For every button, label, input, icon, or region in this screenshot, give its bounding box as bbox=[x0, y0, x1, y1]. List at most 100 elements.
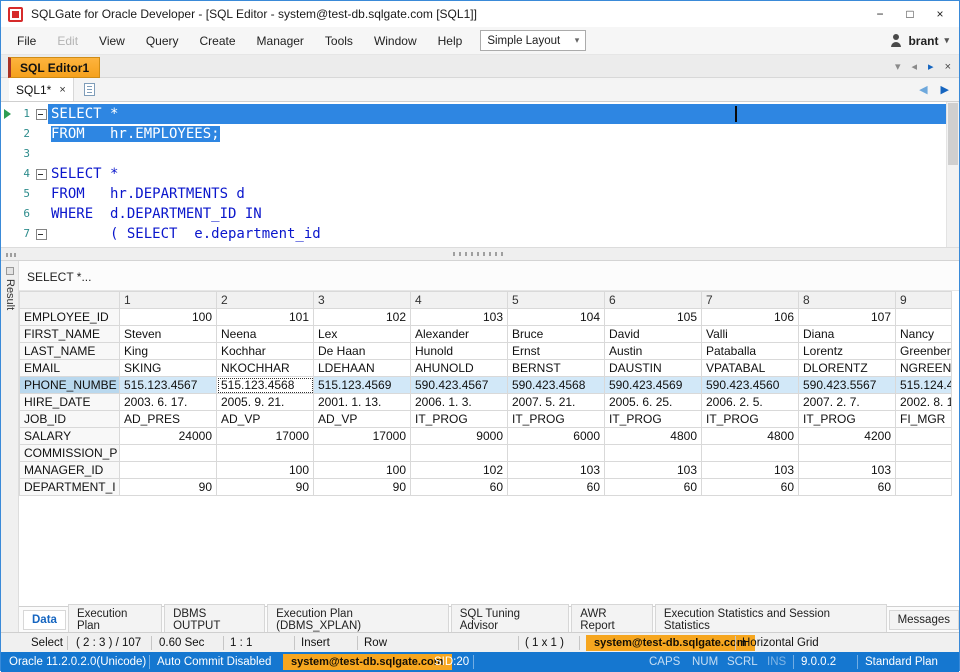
grid-cell[interactable] bbox=[120, 445, 217, 462]
grid-column-header[interactable]: 8 bbox=[799, 292, 896, 309]
grid-cell[interactable] bbox=[411, 445, 508, 462]
grid-row-header[interactable]: DEPARTMENT_I bbox=[20, 479, 120, 496]
grid-cell[interactable]: 515.123.4568 bbox=[217, 377, 314, 394]
grid-cell[interactable]: 2005. 9. 21. bbox=[217, 394, 314, 411]
grid-row-header[interactable]: JOB_ID bbox=[20, 411, 120, 428]
grid-cell[interactable]: Bruce bbox=[508, 326, 605, 343]
scrollbar-thumb[interactable] bbox=[948, 103, 958, 165]
result-tab-data[interactable]: Data bbox=[23, 610, 66, 630]
grid-cell[interactable]: 100 bbox=[314, 462, 411, 479]
nav-left-icon[interactable]: ◂ bbox=[912, 60, 918, 73]
grid-row-header[interactable]: EMPLOYEE_ID bbox=[20, 309, 120, 326]
grid-cell[interactable]: NGREENBE bbox=[896, 360, 952, 377]
editor-line[interactable]: 6WHERE d.DEPARTMENT_ID IN bbox=[1, 204, 946, 224]
menu-item-view[interactable]: View bbox=[99, 34, 125, 48]
connection-badge[interactable]: system@test-db.sqlgate.com bbox=[283, 654, 452, 670]
grid-cell[interactable] bbox=[314, 445, 411, 462]
grid-cell[interactable]: 4800 bbox=[605, 428, 702, 445]
grid-cell[interactable]: 2007. 5. 21. bbox=[508, 394, 605, 411]
grid-cell[interactable]: IT_PROG bbox=[799, 411, 896, 428]
grid-cell[interactable]: 103 bbox=[799, 462, 896, 479]
menu-item-help[interactable]: Help bbox=[438, 34, 463, 48]
grid-cell[interactable] bbox=[896, 462, 952, 479]
menu-item-create[interactable]: Create bbox=[200, 34, 236, 48]
grid-cell[interactable] bbox=[120, 462, 217, 479]
result-tab-execution-plan-dbms-xplan-[interactable]: Execution Plan (DBMS_XPLAN) bbox=[267, 604, 449, 636]
grid-cell[interactable]: 2002. 8. 17. bbox=[896, 394, 952, 411]
editor-line[interactable]: 2FROM hr.EMPLOYEES; bbox=[1, 124, 946, 144]
grid-cell[interactable]: 105 bbox=[605, 309, 702, 326]
grid-cell[interactable]: 590.423.4569 bbox=[605, 377, 702, 394]
grid-cell[interactable]: 590.423.4568 bbox=[508, 377, 605, 394]
grid-cell[interactable]: 107 bbox=[799, 309, 896, 326]
grid-cell[interactable]: 60 bbox=[702, 479, 799, 496]
grid-cell[interactable]: 2005. 6. 25. bbox=[605, 394, 702, 411]
grid-row-header[interactable]: MANAGER_ID bbox=[20, 462, 120, 479]
close-icon[interactable]: × bbox=[925, 1, 955, 27]
splitter-handle[interactable] bbox=[1, 247, 959, 261]
grid-cell[interactable]: 590.423.4567 bbox=[411, 377, 508, 394]
splitter-grip[interactable] bbox=[453, 252, 507, 256]
connection-badge[interactable]: system@test-db.sqlgate.com bbox=[586, 635, 755, 651]
grid-cell[interactable]: 4200 bbox=[799, 428, 896, 445]
nav-right-icon[interactable]: ▸ bbox=[928, 60, 934, 73]
grid-cell[interactable]: 515.123.4569 bbox=[314, 377, 411, 394]
next-doc-icon[interactable]: ▶ bbox=[941, 83, 949, 96]
auto-commit-status[interactable]: Auto Commit Disabled bbox=[157, 652, 271, 672]
grid-row-header[interactable]: EMAIL bbox=[20, 360, 120, 377]
grid-cell[interactable]: 17000 bbox=[314, 428, 411, 445]
grid-cell[interactable]: 60 bbox=[605, 479, 702, 496]
grid-cell[interactable]: 2006. 2. 5. bbox=[702, 394, 799, 411]
code-text[interactable]: SELECT * bbox=[48, 164, 946, 184]
grid-cell[interactable]: 4800 bbox=[702, 428, 799, 445]
grid-cell[interactable]: 100 bbox=[217, 462, 314, 479]
grid-cell[interactable] bbox=[896, 445, 952, 462]
editor-line[interactable]: 3 bbox=[1, 144, 946, 164]
code-text[interactable]: FROM hr.DEPARTMENTS d bbox=[48, 184, 946, 204]
grid-cell[interactable]: LDEHAAN bbox=[314, 360, 411, 377]
prev-doc-icon[interactable]: ◀ bbox=[919, 83, 927, 96]
grid-cell[interactable]: 6000 bbox=[508, 428, 605, 445]
grid-row-header[interactable]: FIRST_NAME bbox=[20, 326, 120, 343]
grid-cell[interactable]: 60 bbox=[508, 479, 605, 496]
grid-cell[interactable]: 103 bbox=[508, 462, 605, 479]
grid-cell[interactable]: DLORENTZ bbox=[799, 360, 896, 377]
grid-column-header[interactable]: 2 bbox=[217, 292, 314, 309]
grid-cell[interactable] bbox=[217, 445, 314, 462]
grid-cell[interactable]: AD_VP bbox=[217, 411, 314, 428]
grid-cell[interactable]: 9000 bbox=[411, 428, 508, 445]
grid-column-header[interactable]: 1 bbox=[120, 292, 217, 309]
grid-cell[interactable] bbox=[799, 445, 896, 462]
grid-cell[interactable]: King bbox=[120, 343, 217, 360]
grid-column-header[interactable]: 6 bbox=[605, 292, 702, 309]
grid-cell[interactable]: 101 bbox=[217, 309, 314, 326]
grid-cell[interactable]: 24000 bbox=[120, 428, 217, 445]
grid-row-header[interactable]: PHONE_NUMBE bbox=[20, 377, 120, 394]
grid-cell[interactable]: AHUNOLD bbox=[411, 360, 508, 377]
sql-editor[interactable]: 1SELECT *2FROM hr.EMPLOYEES;34SELECT *5F… bbox=[1, 102, 959, 247]
grid-cell[interactable]: 2006. 1. 3. bbox=[411, 394, 508, 411]
result-tab-execution-statistics-and-session-statistics[interactable]: Execution Statistics and Session Statist… bbox=[655, 604, 887, 636]
grid-cell[interactable]: 103 bbox=[605, 462, 702, 479]
grid-cell[interactable]: De Haan bbox=[314, 343, 411, 360]
user-menu[interactable]: brant ▾ bbox=[890, 34, 949, 48]
fold-toggle-icon[interactable] bbox=[33, 164, 48, 184]
grid-column-header[interactable]: 9 bbox=[896, 292, 952, 309]
grid-column-header[interactable]: 4 bbox=[411, 292, 508, 309]
grid-cell[interactable] bbox=[702, 445, 799, 462]
grid-row-header[interactable]: LAST_NAME bbox=[20, 343, 120, 360]
grid-column-header[interactable]: 5 bbox=[508, 292, 605, 309]
grid-cell[interactable]: 104 bbox=[508, 309, 605, 326]
code-text[interactable]: SELECT * bbox=[48, 104, 946, 124]
result-tab-awr-report[interactable]: AWR Report bbox=[571, 604, 653, 636]
grid-cell[interactable]: 60 bbox=[799, 479, 896, 496]
grid-cell[interactable]: IT_PROG bbox=[508, 411, 605, 428]
grid-cell[interactable] bbox=[896, 428, 952, 445]
grid-cell[interactable]: 102 bbox=[314, 309, 411, 326]
code-text[interactable]: FROM hr.EMPLOYEES; bbox=[48, 124, 946, 144]
editor-line[interactable]: 4SELECT * bbox=[1, 164, 946, 184]
grid-cell[interactable]: 103 bbox=[702, 462, 799, 479]
editor-line[interactable]: 5FROM hr.DEPARTMENTS d bbox=[1, 184, 946, 204]
grid-cell[interactable]: SKING bbox=[120, 360, 217, 377]
grid-cell[interactable]: 103 bbox=[411, 309, 508, 326]
